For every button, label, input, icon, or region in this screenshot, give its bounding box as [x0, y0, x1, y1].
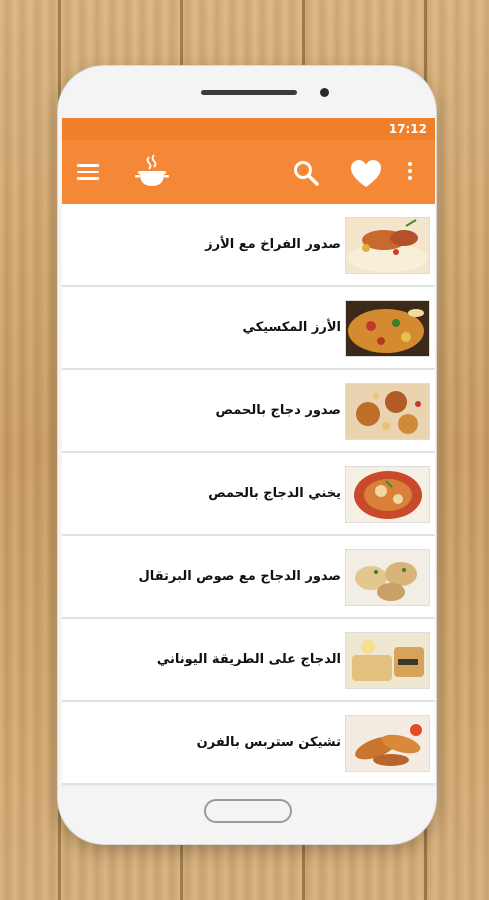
phone-camera	[320, 88, 329, 97]
cooking-pot-icon	[135, 154, 169, 186]
recipe-title: صدور الفراخ مع الأرز	[205, 237, 341, 252]
search-icon[interactable]	[293, 160, 319, 186]
phone-speaker	[201, 90, 297, 95]
recipe-title: يخني الدجاج بالحمص	[208, 486, 341, 501]
recipe-thumbnail	[345, 549, 430, 606]
status-time: 17:12	[388, 122, 427, 136]
recipe-thumbnail	[345, 383, 430, 440]
home-button[interactable]	[204, 799, 292, 823]
status-bar: 17:12	[62, 118, 435, 140]
recipe-thumbnail	[345, 217, 430, 274]
app-screen: 17:12 صدور الفراخ مع الأرز الأرز المكسيك…	[62, 118, 435, 786]
recipe-title: الأرز المكسيكي	[242, 320, 342, 335]
hamburger-menu-icon[interactable]	[77, 164, 99, 180]
recipe-thumbnail	[345, 300, 430, 357]
recipe-title: تشيكن ستربس بالفرن	[196, 735, 341, 750]
list-item[interactable]: صدور الدجاج مع صوص البرتقال	[62, 536, 435, 619]
heart-icon[interactable]	[351, 160, 381, 188]
list-item[interactable]: تشيكن ستربس بالفرن	[62, 702, 435, 785]
list-item[interactable]: يخني الدجاج بالحمص	[62, 453, 435, 536]
recipe-thumbnail	[345, 466, 430, 523]
recipe-thumbnail	[345, 632, 430, 689]
recipe-title: الدجاج على الطريقة اليوناني	[156, 652, 341, 667]
app-bar	[62, 140, 435, 204]
list-item[interactable]: صدور دجاج بالحمص	[62, 370, 435, 453]
more-vertical-icon[interactable]	[407, 162, 413, 184]
recipe-title: صدور الدجاج مع صوص البرتقال	[138, 569, 341, 584]
list-item[interactable]: الدجاج على الطريقة اليوناني	[62, 619, 435, 702]
recipe-list: صدور الفراخ مع الأرز الأرز المكسيكي صدور…	[62, 204, 435, 785]
list-item[interactable]: صدور الفراخ مع الأرز	[62, 204, 435, 287]
recipe-thumbnail	[345, 715, 430, 772]
list-item[interactable]: الأرز المكسيكي	[62, 287, 435, 370]
recipe-title: صدور دجاج بالحمص	[215, 403, 341, 418]
